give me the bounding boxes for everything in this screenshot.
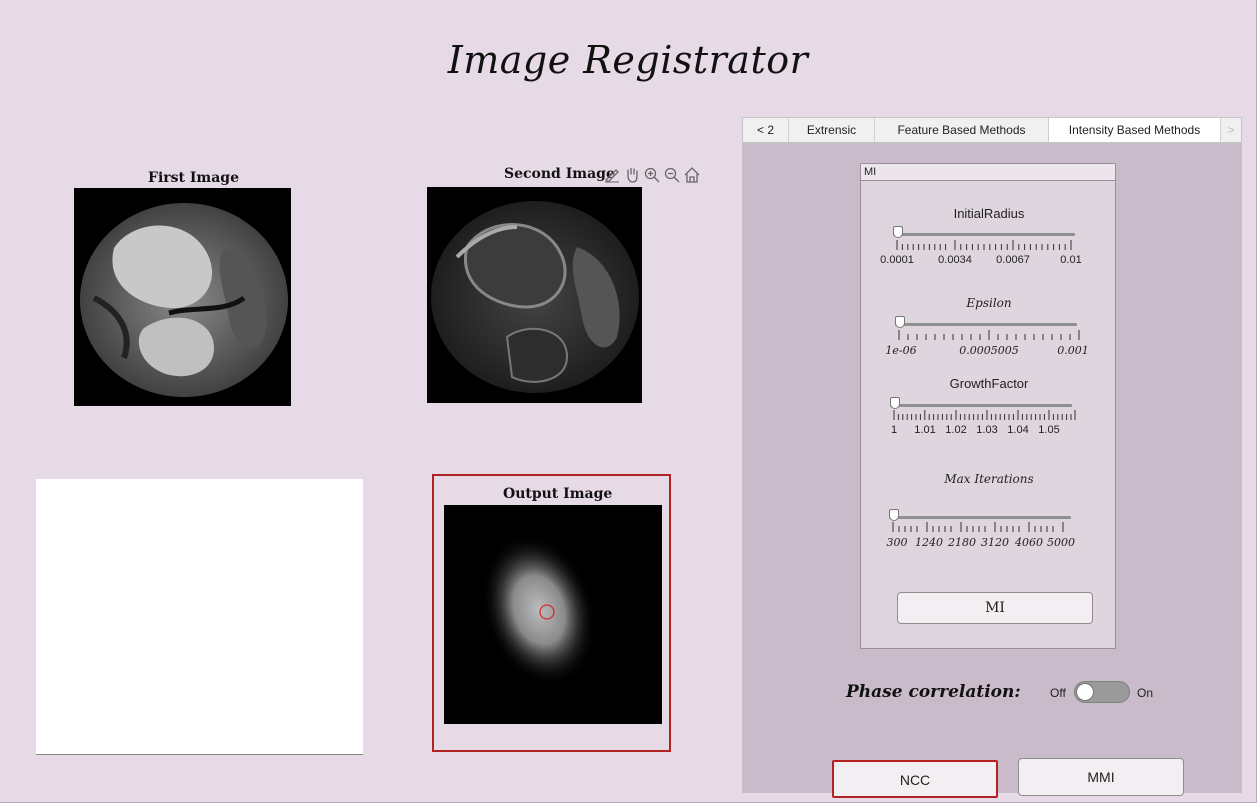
initial-radius-label: InitialRadius (953, 206, 1025, 221)
first-image-title: First Image (148, 170, 239, 186)
tick-label: 1 (890, 424, 898, 436)
phase-correlation-switch[interactable] (1074, 681, 1130, 703)
phase-correlation-label: Phase correlation: (846, 682, 1021, 702)
tick-label: 1.03 (976, 424, 998, 436)
max-iterations-thumb[interactable] (889, 509, 899, 521)
tab-extrensic[interactable]: Extrensic (789, 118, 875, 142)
growth-factor-slider[interactable] (890, 404, 1072, 407)
tab-scroll-next[interactable]: > (1221, 118, 1241, 142)
app-window: Image Registrator First Image Second Ima… (0, 0, 1257, 803)
tick-label: 2180 (948, 536, 976, 549)
tab-feature-based-methods[interactable]: Feature Based Methods (875, 118, 1049, 142)
brush-icon[interactable] (603, 166, 621, 184)
initial-radius-slider[interactable] (893, 233, 1075, 236)
mi-panel-header: MI (861, 164, 1115, 181)
switch-knob[interactable] (1076, 683, 1094, 701)
tick-label: 0.0001 (880, 254, 914, 266)
mi-panel: MI InitialRadius 0.0001 0.0034 0.0067 0.… (860, 163, 1116, 649)
max-iterations-ticks (892, 522, 1064, 532)
tick-label: 0.0005005 (959, 344, 1019, 357)
tick-label: 0.01 (1060, 254, 1082, 266)
axes-toolbar (603, 166, 701, 184)
tab-group: < 2 Extrensic Feature Based Methods Inte… (742, 117, 1242, 798)
pan-hand-icon[interactable] (623, 166, 641, 184)
tick-label: 1.04 (1007, 424, 1029, 436)
zoom-out-icon[interactable] (663, 166, 681, 184)
second-image-axes[interactable] (427, 187, 642, 403)
blank-axes[interactable] (36, 479, 363, 755)
output-image-axes[interactable] (444, 505, 662, 724)
first-image-mri (80, 203, 288, 397)
output-image-plot (481, 533, 597, 687)
tab-intensity-based-methods[interactable]: Intensity Based Methods (1049, 118, 1221, 142)
epsilon-thumb[interactable] (895, 316, 905, 328)
tick-label: 0.0067 (996, 254, 1030, 266)
tick-label: 0.001 (1057, 344, 1089, 357)
zoom-in-icon[interactable] (643, 166, 661, 184)
growth-factor-ticks (893, 410, 1076, 420)
max-iterations-slider[interactable] (889, 516, 1071, 519)
tick-label: 1240 (915, 536, 943, 549)
first-image-axes[interactable] (74, 188, 291, 406)
tick-label: 1.05 (1038, 424, 1060, 436)
tick-label: 4060 (1015, 536, 1043, 549)
initial-radius-thumb[interactable] (893, 226, 903, 238)
home-icon[interactable] (683, 166, 701, 184)
growth-factor-thumb[interactable] (890, 397, 900, 409)
second-image-mri (431, 201, 639, 393)
max-iterations-label: Max Iterations (944, 472, 1034, 486)
epsilon-ticks (898, 330, 1080, 340)
tab-scroll-prev[interactable]: < 2 (743, 118, 789, 142)
tick-label: 1e-06 (885, 344, 917, 357)
toggle-on-label: On (1137, 686, 1154, 700)
initial-radius-ticks (896, 240, 1072, 250)
tick-label: 0.0034 (938, 254, 972, 266)
tick-label: 1.02 (945, 424, 967, 436)
toggle-off-label: Off (1050, 686, 1066, 700)
mmi-button[interactable]: MMI (1018, 758, 1184, 796)
tick-label: 5000 (1047, 536, 1075, 549)
ncc-button[interactable]: NCC (832, 760, 998, 798)
tab-bar: < 2 Extrensic Feature Based Methods Inte… (742, 117, 1242, 143)
growth-factor-label: GrowthFactor (949, 376, 1029, 391)
tick-label: 1.01 (914, 424, 936, 436)
output-image-title: Output Image (503, 486, 613, 502)
intensity-methods-panel: MI InitialRadius 0.0001 0.0034 0.0067 0.… (742, 143, 1242, 798)
tick-label: 300 (886, 536, 908, 549)
epsilon-slider[interactable] (895, 323, 1077, 326)
mi-button[interactable]: MI (897, 592, 1093, 624)
app-title: Image Registrator (447, 38, 809, 82)
second-image-title: Second Image (504, 166, 615, 182)
epsilon-label: Epsilon (966, 296, 1012, 310)
tick-label: 3120 (981, 536, 1009, 549)
